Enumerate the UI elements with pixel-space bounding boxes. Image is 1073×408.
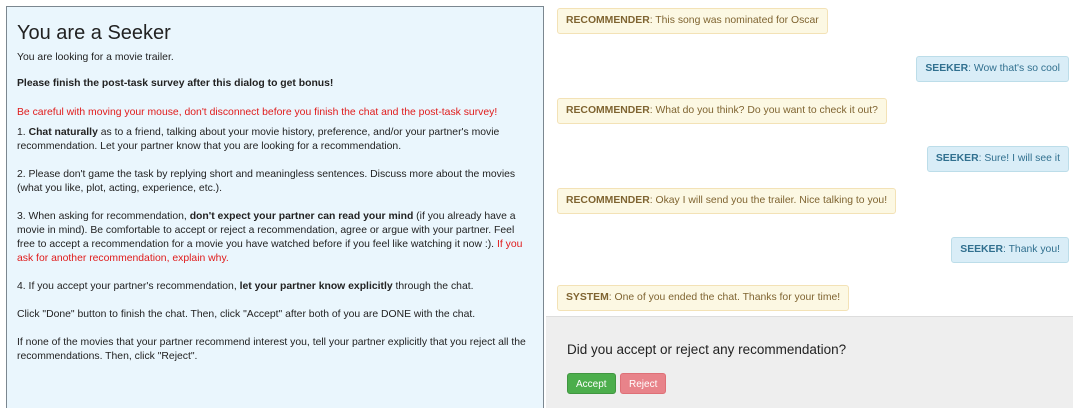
chat-message-seeker: SEEKER: Wow that's so cool <box>916 56 1069 82</box>
instruction-item-1: 1. Chat naturally as to a friend, talkin… <box>17 127 500 152</box>
instructions-panel: You are a Seeker You are looking for a m… <box>6 6 544 408</box>
instruction-item-2: 2. Please don't game the task by replyin… <box>17 169 516 194</box>
reject-instruction: If none of the movies that your partner … <box>17 337 526 362</box>
chat-message-recommender: RECOMMENDER: What do you think? Do you w… <box>557 98 887 124</box>
warning-notice: Be careful with moving your mouse, don't… <box>17 107 498 118</box>
chat-message-seeker: SEEKER: Sure! I will see it <box>926 146 1069 172</box>
instruction-item-4: 4. If you accept your partner's recommen… <box>17 281 474 292</box>
chat-message-recommender: RECOMMENDER: This song was nominated for… <box>557 8 828 34</box>
reject-button[interactable]: Reject <box>620 373 667 394</box>
bonus-notice: Please finish the post-task survey after… <box>17 78 334 89</box>
task-page: You are a Seeker You are looking for a m… <box>0 0 1073 408</box>
task-subtitle: You are looking for a movie trailer. <box>17 52 174 63</box>
chat-message-recommender: RECOMMENDER: Okay I will send you the tr… <box>557 188 897 214</box>
survey-question: Did you accept or reject any recommendat… <box>567 342 847 357</box>
chat-message-seeker: SEEKER: Thank you! <box>951 237 1069 263</box>
accept-button[interactable]: Accept <box>567 373 616 394</box>
page-title: You are a Seeker <box>17 22 171 44</box>
instruction-item-3: 3. When asking for recommendation, don't… <box>17 211 523 264</box>
chat-message-system: SYSTEM: One of you ended the chat. Thank… <box>557 285 850 311</box>
chat-log: RECOMMENDER: This song was nominated for… <box>546 0 1073 316</box>
done-instruction: Click "Done" button to finish the chat. … <box>17 309 476 320</box>
post-chat-survey: Did you accept or reject any recommendat… <box>546 316 1073 408</box>
